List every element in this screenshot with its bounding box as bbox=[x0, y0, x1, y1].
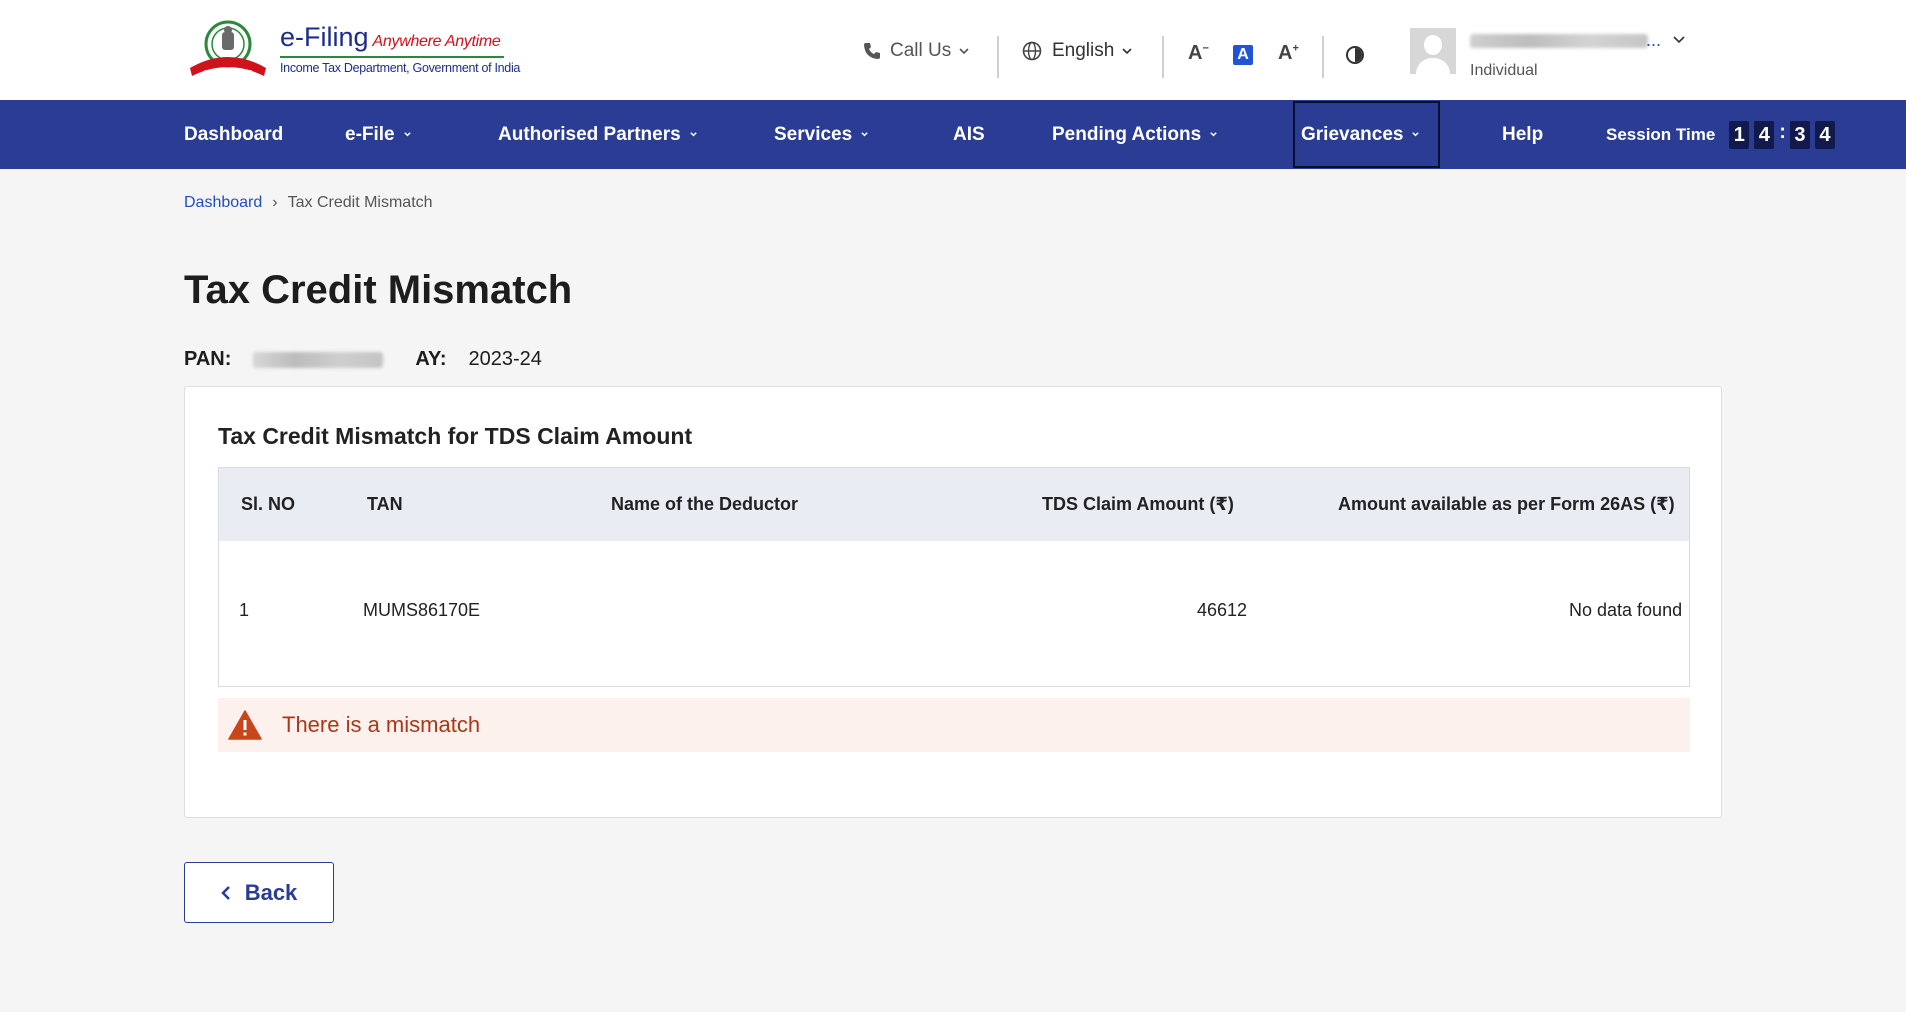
back-button[interactable]: Back bbox=[184, 862, 334, 923]
header-divider bbox=[997, 36, 999, 78]
column-header-sl-no: Sl. NO bbox=[241, 494, 296, 514]
nav-grievances[interactable]: Grievances bbox=[1293, 101, 1441, 168]
chevron-left-icon bbox=[220, 885, 230, 900]
top-header: e-Filing Anywhere Anytime Income Tax Depa… bbox=[0, 0, 1906, 100]
table-header: Sl. NO TAN Name of the Deductor TDS Clai… bbox=[219, 468, 1689, 541]
breadcrumb-dashboard-link[interactable]: Dashboard bbox=[184, 194, 262, 212]
column-header-tds-claim: TDS Claim Amount (₹) bbox=[1042, 494, 1234, 514]
nav-authorised-partners[interactable]: Authorised Partners bbox=[498, 100, 698, 169]
username-redacted bbox=[1470, 34, 1648, 48]
ay-label: AY: bbox=[415, 348, 447, 370]
chevron-down-icon bbox=[1210, 132, 1217, 137]
session-digit: 4 bbox=[1754, 120, 1775, 149]
cell-form-26as: No data found bbox=[1569, 600, 1683, 620]
font-default-button[interactable]: A bbox=[1233, 45, 1253, 65]
brand-name: e-Filing Anywhere Anytime bbox=[280, 22, 501, 52]
nav-help[interactable]: Help bbox=[1502, 100, 1543, 169]
mismatch-table: Sl. NO TAN Name of the Deductor TDS Clai… bbox=[218, 467, 1690, 687]
call-us-dropdown[interactable]: Call Us bbox=[862, 40, 969, 62]
column-header-deductor: Name of the Deductor bbox=[611, 494, 799, 514]
breadcrumb: Dashboard › Tax Credit Mismatch bbox=[184, 194, 433, 212]
cell-tan: MUMS86170E bbox=[363, 600, 481, 620]
column-header-form-26as: Amount available as per Form 26AS (₹) bbox=[1338, 494, 1675, 514]
pan-label: PAN: bbox=[184, 348, 232, 370]
user-role: Individual bbox=[1470, 62, 1538, 79]
cell-sl-no: 1 bbox=[239, 600, 250, 620]
chevron-down-icon bbox=[959, 48, 969, 55]
language-label: English bbox=[1052, 40, 1115, 61]
chevron-down-icon bbox=[1412, 132, 1420, 137]
language-dropdown[interactable]: English bbox=[1022, 40, 1132, 62]
alert-message: There is a mismatch bbox=[282, 712, 481, 737]
breadcrumb-current: Tax Credit Mismatch bbox=[287, 194, 433, 211]
mismatch-alert: There is a mismatch bbox=[218, 698, 1690, 752]
session-digit: 3 bbox=[1789, 120, 1810, 149]
nav-pending-actions[interactable]: Pending Actions bbox=[1052, 100, 1218, 169]
nav-services[interactable]: Services bbox=[774, 100, 869, 169]
column-header-tan: TAN bbox=[367, 494, 403, 514]
chevron-down-icon bbox=[861, 132, 868, 137]
warning-icon bbox=[228, 710, 262, 740]
session-timer: Session Time 1 4 : 3 4 bbox=[1606, 100, 1840, 169]
header-divider bbox=[1162, 36, 1164, 78]
session-time-label: Session Time bbox=[1606, 124, 1716, 144]
nav-dashboard[interactable]: Dashboard bbox=[184, 100, 283, 169]
page-title: Tax Credit Mismatch bbox=[184, 268, 573, 312]
pan-value-redacted bbox=[253, 351, 384, 368]
back-button-label: Back bbox=[244, 879, 298, 905]
income-tax-emblem-icon bbox=[190, 20, 266, 76]
brand-subtitle: Income Tax Department, Government of Ind… bbox=[280, 56, 520, 75]
brand-tagline: Anywhere Anytime bbox=[372, 33, 501, 50]
call-us-label: Call Us bbox=[890, 40, 952, 61]
chevron-down-icon bbox=[689, 132, 697, 137]
font-increase-button[interactable]: A+ bbox=[1278, 42, 1299, 65]
session-digit: 1 bbox=[1729, 120, 1750, 149]
session-digit: 4 bbox=[1814, 120, 1835, 149]
nav-ais[interactable]: AIS bbox=[953, 100, 985, 169]
contrast-toggle-icon[interactable] bbox=[1346, 46, 1364, 64]
chevron-down-icon bbox=[403, 132, 411, 137]
efiling-logo[interactable]: e-Filing Anywhere Anytime Income Tax Depa… bbox=[184, 16, 520, 82]
session-colon: : bbox=[1779, 121, 1786, 143]
chevron-down-icon bbox=[1122, 48, 1132, 55]
nav-e-file[interactable]: e-File bbox=[345, 100, 412, 169]
pan-ay-info: PAN: AY: 2023-24 bbox=[184, 348, 542, 371]
header-divider bbox=[1322, 36, 1324, 78]
cell-tds-claim: 46612 bbox=[1197, 600, 1248, 620]
chevron-right-icon: › bbox=[272, 194, 278, 211]
font-decrease-button[interactable]: A− bbox=[1188, 42, 1209, 65]
avatar[interactable] bbox=[1410, 28, 1456, 74]
username-ellipsis: ... bbox=[1646, 30, 1662, 50]
phone-icon bbox=[864, 43, 880, 59]
main-nav: Dashboard e-File Authorised Partners Ser… bbox=[0, 100, 1906, 169]
mismatch-card: Tax Credit Mismatch for TDS Claim Amount… bbox=[184, 386, 1722, 818]
chevron-down-icon[interactable] bbox=[1672, 34, 1686, 46]
ay-value: 2023-24 bbox=[468, 348, 542, 370]
card-title: Tax Credit Mismatch for TDS Claim Amount bbox=[218, 423, 693, 449]
globe-icon bbox=[1022, 41, 1042, 61]
